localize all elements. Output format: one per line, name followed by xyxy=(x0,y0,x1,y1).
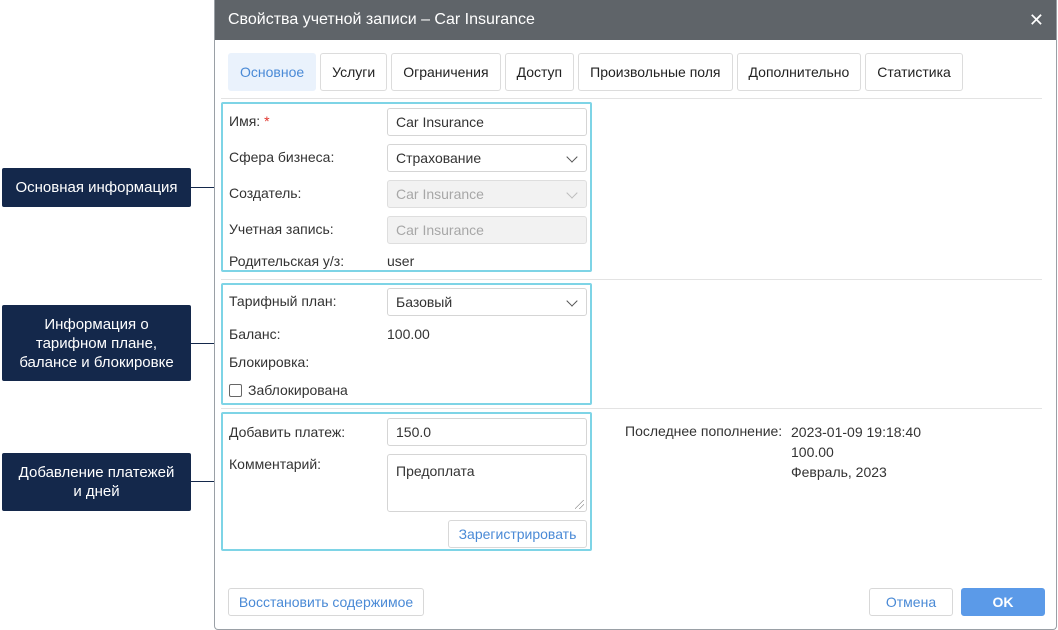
name-label-text: Имя: xyxy=(229,113,261,129)
comment-label: Комментарий: xyxy=(229,456,322,472)
tab-custom-fields[interactable]: Произвольные поля xyxy=(578,53,733,91)
divider xyxy=(221,98,1042,99)
add-payment-label: Добавить платеж: xyxy=(229,424,346,440)
callout-plan-info-line3: балансе и блокировке xyxy=(19,353,174,371)
cancel-button[interactable]: Отмена xyxy=(869,588,953,616)
last-topup-amount: 100.00 xyxy=(791,444,834,460)
callout-basic-info: Основная информация xyxy=(2,168,191,207)
balance-label: Баланс: xyxy=(229,326,281,342)
section-basic-info: Имя: * Car Insurance Сфера бизнеса: Стра… xyxy=(221,102,592,272)
block-label: Блокировка: xyxy=(229,354,310,370)
account-input-value: Car Insurance xyxy=(396,222,484,238)
last-topup-period: Февраль, 2023 xyxy=(791,464,887,480)
callout-payments-line2: и дней xyxy=(73,483,120,500)
name-label: Имя: * xyxy=(229,113,270,129)
business-select[interactable]: Страхование xyxy=(387,144,587,172)
callout-payments-line1: Добавление платежей xyxy=(18,464,175,481)
tab-advanced[interactable]: Дополнительно xyxy=(736,53,862,91)
tab-bar: Основное Услуги Ограничения Доступ Произ… xyxy=(228,53,963,91)
callout-plan-info-line1: Информация о xyxy=(44,315,149,333)
section-plan-info: Тарифный план: Базовый Баланс: 100.00 Бл… xyxy=(221,283,592,405)
ok-button[interactable]: OK xyxy=(961,588,1045,616)
chevron-down-icon xyxy=(566,295,578,307)
dialog-titlebar: Свойства учетной записи – Car Insurance … xyxy=(215,0,1056,40)
name-input[interactable]: Car Insurance xyxy=(387,108,587,136)
section-payments: Добавить платеж: 150.0 Комментарий: Пред… xyxy=(221,412,592,551)
callout-plan-info-line2: тарифном плане, xyxy=(35,334,158,352)
account-label: Учетная запись: xyxy=(229,221,334,237)
name-input-value: Car Insurance xyxy=(396,114,484,130)
chevron-down-icon xyxy=(566,187,578,199)
creator-select-value: Car Insurance xyxy=(396,186,484,202)
last-topup-label: Последнее пополнение: xyxy=(625,423,783,439)
account-input: Car Insurance xyxy=(387,216,587,244)
checkbox-icon[interactable] xyxy=(229,384,242,397)
balance-value: 100.00 xyxy=(387,326,430,342)
tab-basic[interactable]: Основное xyxy=(228,53,317,91)
divider xyxy=(221,279,1042,280)
tab-access[interactable]: Доступ xyxy=(504,53,575,91)
dialog-title: Свойства учетной записи – Car Insurance xyxy=(228,11,535,28)
blocked-checkbox-label[interactable]: Заблокирована xyxy=(248,382,348,398)
callout-basic-info-text: Основная информация xyxy=(15,179,178,196)
plan-select[interactable]: Базовый xyxy=(387,288,587,316)
chevron-down-icon xyxy=(566,151,578,163)
add-payment-input[interactable]: 150.0 xyxy=(387,418,587,446)
tab-restrictions[interactable]: Ограничения xyxy=(391,53,501,91)
business-select-value: Страхование xyxy=(396,150,482,166)
parent-account-value: user xyxy=(387,253,415,269)
tab-services[interactable]: Услуги xyxy=(320,53,388,91)
plan-label: Тарифный план: xyxy=(229,293,337,309)
restore-content-button[interactable]: Восстановить содержимое xyxy=(228,588,424,616)
required-mark: * xyxy=(264,113,270,129)
comment-textarea-value: Предоплата xyxy=(396,463,475,479)
resize-handle-icon[interactable] xyxy=(575,500,584,509)
tab-statistics[interactable]: Статистика xyxy=(865,53,963,91)
business-label: Сфера бизнеса: xyxy=(229,149,335,165)
add-payment-input-value: 150.0 xyxy=(396,424,432,440)
parent-account-label: Родительская у/з: xyxy=(229,253,345,269)
creator-label: Создатель: xyxy=(229,185,302,201)
callout-plan-info: Информация о тарифном плане, балансе и б… xyxy=(2,305,191,381)
close-icon[interactable]: ✕ xyxy=(1029,10,1044,31)
plan-select-value: Базовый xyxy=(396,294,453,310)
last-topup-date: 2023-01-09 19:18:40 xyxy=(791,424,921,440)
divider xyxy=(221,408,1042,409)
comment-textarea[interactable]: Предоплата xyxy=(387,454,587,512)
creator-select: Car Insurance xyxy=(387,180,587,208)
register-payment-button[interactable]: Зарегистрировать xyxy=(448,520,587,548)
callout-payments: Добавление платежей и дней xyxy=(2,453,191,511)
account-properties-dialog: Свойства учетной записи – Car Insurance … xyxy=(214,0,1057,630)
